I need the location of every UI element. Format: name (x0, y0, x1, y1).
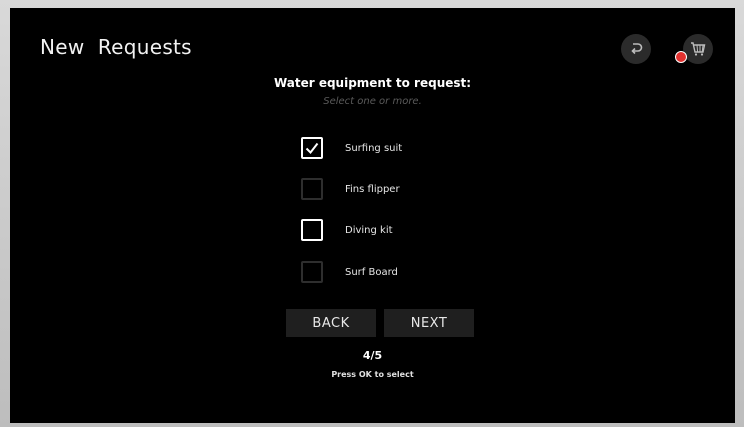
cart-badge (675, 51, 687, 63)
checkbox-unchecked[interactable] (301, 178, 323, 200)
option-label: Diving kit (345, 224, 393, 236)
form-subheading: Select one or more. (323, 96, 422, 107)
next-step-button[interactable]: NEXT (384, 309, 474, 337)
form-heading: Water equipment to request: (273, 76, 472, 90)
option-label: Surfing suit (345, 142, 403, 154)
back-button[interactable] (621, 34, 651, 64)
option-label: Fins flipper (345, 183, 400, 195)
option-surf-board[interactable]: Surf Board (301, 259, 398, 285)
page-indicator: 4/5 (362, 349, 383, 362)
select-hint: Press OK to select (331, 370, 414, 379)
tv-screen: New Requests Water equipment to request:… (10, 8, 735, 423)
option-label: Surf Board (345, 266, 398, 278)
cart-button[interactable] (683, 34, 713, 64)
option-diving-kit[interactable]: Diving kit (301, 217, 393, 243)
page-title: New Requests (40, 35, 192, 59)
checkbox-checked[interactable] (301, 137, 323, 159)
option-fins-flipper[interactable]: Fins flipper (301, 176, 400, 202)
checkbox-unchecked-focused[interactable] (301, 219, 323, 241)
cart-icon (691, 42, 706, 56)
option-surfing-suit[interactable]: Surfing suit (301, 135, 402, 161)
tv-frame: New Requests Water equipment to request:… (0, 0, 744, 427)
checkbox-unchecked[interactable] (301, 261, 323, 283)
return-arrow-icon (631, 43, 643, 55)
back-step-button[interactable]: BACK (286, 309, 376, 337)
checkmark-icon (305, 142, 319, 155)
